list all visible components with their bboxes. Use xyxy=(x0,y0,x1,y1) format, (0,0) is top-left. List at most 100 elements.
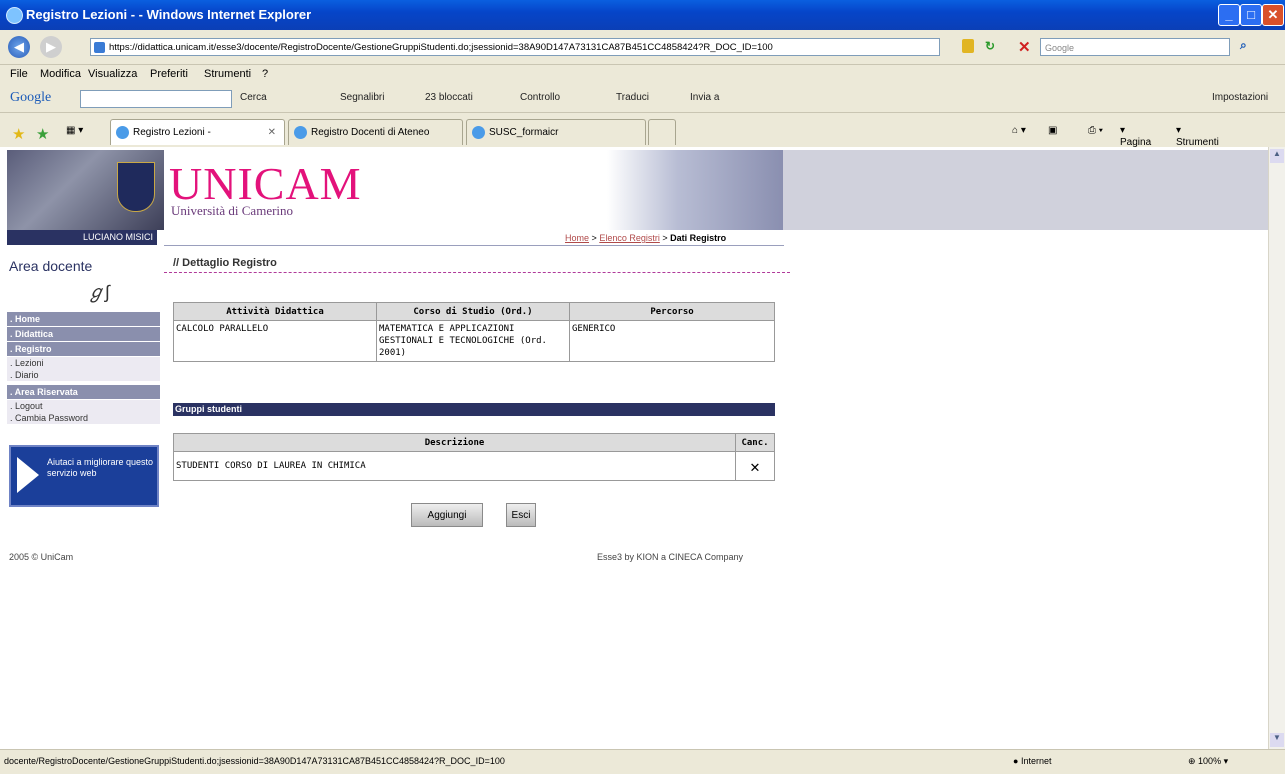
breadcrumb-home[interactable]: Home xyxy=(565,233,589,243)
home-icon[interactable]: ⌂ ▾ xyxy=(1012,125,1026,136)
table-cell: GENERICO xyxy=(569,320,775,362)
security-zone: ● Internet xyxy=(1013,756,1052,766)
print-icon[interactable]: ⎙ ▾ xyxy=(1088,125,1103,136)
menu-help[interactable]: ? xyxy=(262,68,268,80)
lock-icon[interactable] xyxy=(962,39,974,53)
forward-button[interactable]: ▶ xyxy=(40,36,62,58)
status-bar: docente/RegistroDocente/GestioneGruppiSt… xyxy=(0,749,1285,774)
menu-preferiti[interactable]: Preferiti xyxy=(150,68,188,80)
breadcrumb-current: Dati Registro xyxy=(670,233,727,243)
nav-didattica[interactable]: . Didattica xyxy=(7,327,160,342)
ie-tab-icon xyxy=(472,126,485,139)
section-title: Gruppi studenti xyxy=(173,403,775,416)
menu-strumenti[interactable]: Strumenti xyxy=(204,68,251,80)
settings-button[interactable]: Impostazioni xyxy=(1212,92,1268,103)
new-tab-button[interactable] xyxy=(648,119,676,145)
user-name: LUCIANO MISICI xyxy=(7,230,157,245)
table-cell: MATEMATICA E APPLICAZIONI GESTIONALI E T… xyxy=(376,320,570,362)
nav-logout[interactable]: . Logout xyxy=(7,400,160,412)
favorites-star-icon[interactable]: ★ xyxy=(12,125,25,143)
back-button[interactable]: ◀ xyxy=(8,36,30,58)
address-bar[interactable]: https://didattica.unicam.it/esse3/docent… xyxy=(90,38,940,56)
tab-label: Registro Docenti di Ateneo xyxy=(311,127,430,138)
search-icon[interactable]: ⌕ xyxy=(1240,38,1276,56)
nav-label: Logout xyxy=(15,401,43,411)
google-search-box[interactable] xyxy=(80,90,232,108)
nav-cambia-password[interactable]: . Cambia Password xyxy=(7,412,160,424)
university-photo xyxy=(7,150,164,230)
column-header: Descrizione xyxy=(173,433,736,452)
divider xyxy=(164,272,790,273)
nav-registro[interactable]: . Registro xyxy=(7,342,160,357)
close-button[interactable]: ✕ xyxy=(1262,4,1284,26)
ie-icon xyxy=(6,7,23,24)
nav-label: Registro xyxy=(15,344,52,354)
send-to-button[interactable]: Invia a xyxy=(690,92,719,103)
area-title: Area docente xyxy=(9,258,93,274)
breadcrumb-sep: > xyxy=(662,233,668,243)
add-button[interactable]: Aggiungi xyxy=(411,503,483,527)
table-cell: CALCOLO PARALLELO xyxy=(173,320,377,362)
refresh-icon[interactable]: ↻ xyxy=(985,39,999,53)
divider xyxy=(164,245,784,246)
ie-tab-icon xyxy=(116,126,129,139)
nav-label: Area Riservata xyxy=(14,387,78,397)
menu-file[interactable]: File xyxy=(10,68,28,80)
google-search-button[interactable]: Cerca xyxy=(240,92,267,103)
minimize-button[interactable]: _ xyxy=(1218,4,1240,26)
translate-button[interactable]: Traduci xyxy=(616,92,649,103)
bookmarks-button[interactable]: Segnalibri xyxy=(340,92,384,103)
quick-tabs-icon[interactable]: ▦ ▾ xyxy=(66,125,83,136)
spellcheck-button[interactable]: Controllo xyxy=(520,92,560,103)
ie-tab-icon xyxy=(294,126,307,139)
registro-detail-table: Attività Didattica Corso di Studio (Ord.… xyxy=(173,302,775,362)
tab-label: SUSC_formaicr xyxy=(489,127,559,138)
menu-bar: File Modifica Visualizza Preferiti Strum… xyxy=(0,65,1285,83)
search-input[interactable]: Google xyxy=(1040,38,1230,56)
menu-visualizza[interactable]: Visualizza xyxy=(88,68,137,80)
site-subtitle: Università di Camerino xyxy=(171,203,294,218)
feedback-banner[interactable]: Aiutaci a migliorare questo servizio web xyxy=(9,445,159,507)
unicam-shield-logo xyxy=(117,162,155,212)
nav-label: Cambia Password xyxy=(15,413,89,423)
nav-label: Home xyxy=(15,314,41,324)
feeds-icon[interactable]: ▣ xyxy=(1048,125,1057,136)
scroll-down-icon[interactable]: ▼ xyxy=(1270,733,1284,747)
feedback-text: Aiutaci a migliorare questo servizio web xyxy=(47,457,154,478)
zoom-control[interactable]: ⊕ 100% ▾ xyxy=(1188,756,1228,767)
delete-icon[interactable]: ✕ xyxy=(735,451,775,481)
breadcrumb-list[interactable]: Elenco Registri xyxy=(599,233,660,243)
vertical-scrollbar[interactable]: ▲ ▼ xyxy=(1268,147,1285,749)
google-toolbar: Google Cerca Segnalibri 23 bloccati Cont… xyxy=(0,84,1285,113)
page-title: // Dettaglio Registro xyxy=(173,257,277,269)
tools-menu[interactable]: Strumenti ▾ xyxy=(1176,125,1219,148)
tab-label: Registro Lezioni - xyxy=(133,127,211,138)
maximize-button[interactable]: □ xyxy=(1240,4,1262,26)
window-title: Registro Lezioni - - Windows Internet Ex… xyxy=(26,7,312,22)
exit-button[interactable]: Esci xyxy=(506,503,536,527)
google-logo: Google xyxy=(10,90,52,105)
page-content: UNICAM Università di Camerino LUCIANO MI… xyxy=(0,147,1268,749)
site-banner: UNICAM Università di Camerino xyxy=(7,150,783,230)
nav-label: Diario xyxy=(15,370,39,380)
popup-blocked-button[interactable]: 23 bloccati xyxy=(425,92,473,103)
banner-background xyxy=(783,150,1268,230)
close-tab-icon[interactable]: ✕ xyxy=(268,120,276,145)
scroll-up-icon[interactable]: ▲ xyxy=(1270,149,1284,163)
tab-susc[interactable]: SUSC_formaicr xyxy=(466,119,646,145)
tab-registro-docenti[interactable]: Registro Docenti di Ateneo xyxy=(288,119,463,145)
copyright: 2005 © UniCam xyxy=(9,552,74,562)
stop-icon[interactable]: ✕ xyxy=(1018,38,1031,56)
page-menu[interactable]: Pagina ▾ xyxy=(1120,125,1151,148)
column-header: Percorso xyxy=(569,302,775,321)
nav-area-riservata[interactable]: . Area Riservata xyxy=(7,385,160,400)
tab-registro-lezioni[interactable]: Registro Lezioni - ✕ xyxy=(110,119,285,145)
groups-table: Descrizione Canc. STUDENTI CORSO DI LAUR… xyxy=(173,433,775,481)
nav-home[interactable]: . Home xyxy=(7,312,160,327)
column-header: Attività Didattica xyxy=(173,302,377,321)
nav-lezioni[interactable]: . Lezioni xyxy=(7,357,160,369)
menu-modifica[interactable]: Modifica xyxy=(40,68,81,80)
side-navigation: . Home . Didattica . Registro . Lezioni … xyxy=(7,312,160,424)
add-favorite-icon[interactable]: ★ xyxy=(36,125,49,143)
nav-diario[interactable]: . Diario xyxy=(7,369,160,381)
